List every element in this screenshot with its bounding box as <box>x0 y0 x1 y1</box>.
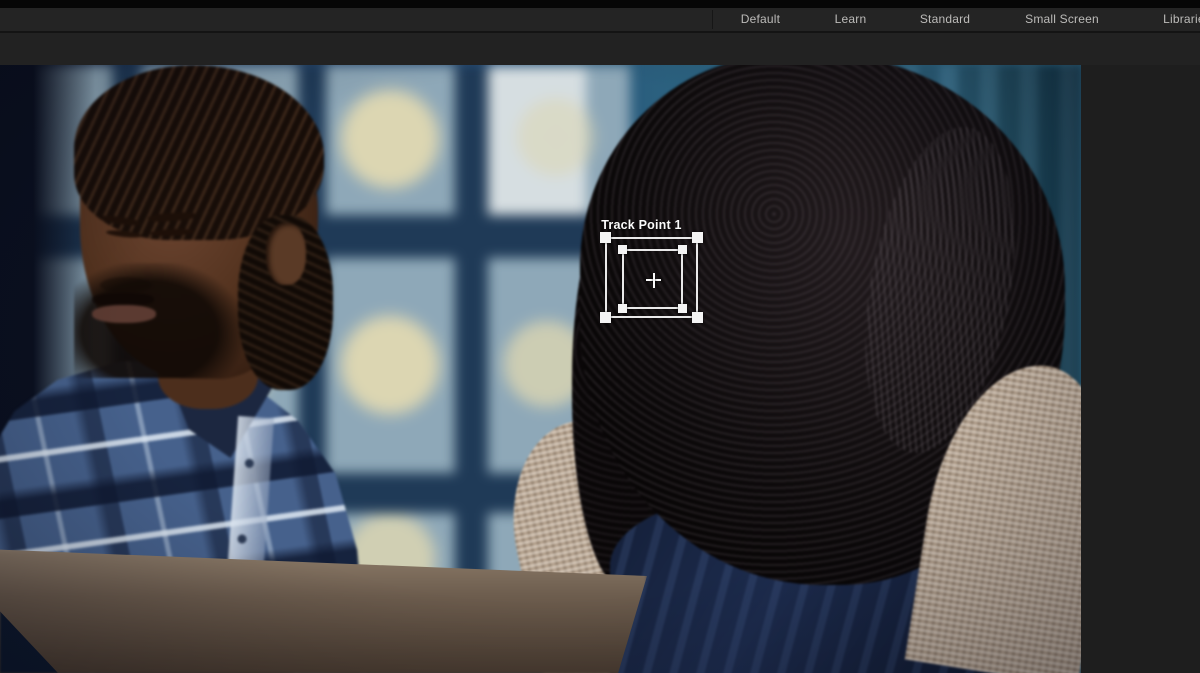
toolbar-row <box>0 33 1200 65</box>
workspace-tab-small-screen[interactable]: Small Screen <box>997 8 1127 31</box>
workspace-tab-default[interactable]: Default <box>713 8 808 31</box>
workspace-tab-bar: Default Learn Standard Small Screen Libr… <box>0 8 1200 31</box>
composition-viewer[interactable]: Track Point 1 <box>0 65 1081 673</box>
right-panel-empty <box>1081 65 1200 673</box>
window-top-strip <box>0 0 1200 8</box>
after-effects-window: Default Learn Standard Small Screen Libr… <box>0 0 1200 673</box>
workspace-tab-learn[interactable]: Learn <box>808 8 893 31</box>
workspace-tab-libraries[interactable]: Libraries <box>1127 8 1200 31</box>
workspace-tab-standard[interactable]: Standard <box>893 8 997 31</box>
